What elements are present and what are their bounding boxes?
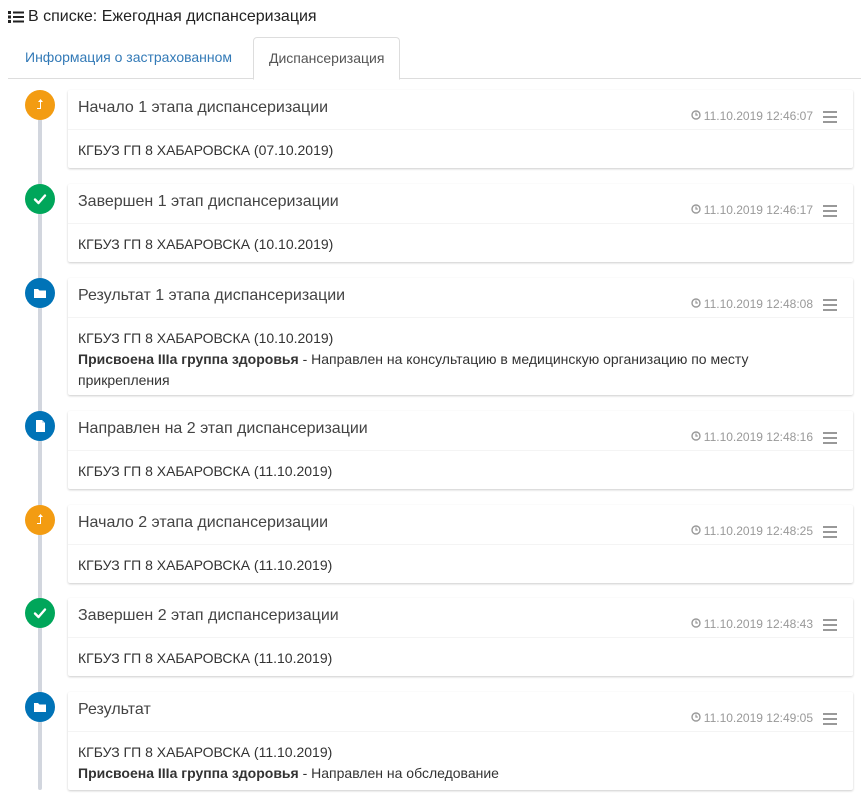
event-card: Завершен 1 этап диспансеризации 11.10.201… (68, 184, 853, 262)
event-timestamp: 11.10.2019 12:48:16 (691, 430, 813, 444)
event-timestamp-text: 11.10.2019 12:48:08 (703, 297, 813, 311)
check-icon (25, 598, 55, 628)
event-card: Начало 1 этапа диспансеризации 11.10.2019… (68, 90, 853, 168)
event-title: Завершен 2 этап диспансеризации (78, 607, 339, 624)
list-icon (8, 10, 24, 24)
event-card-body: КГБУЗ ГП 8 ХАБАРОВСКА (11.10.2019) (68, 451, 853, 492)
event-organization: КГБУЗ ГП 8 ХАБАРОВСКА (11.10.2019) (78, 463, 333, 479)
hamburger-menu-icon[interactable] (823, 111, 837, 123)
event-title: Результат 1 этапа диспансеризации (78, 287, 346, 304)
event-title: Начало 1 этапа диспансеризации (78, 99, 329, 116)
level-up-icon (25, 90, 55, 120)
clock-icon (691, 297, 701, 311)
event-timestamp-text: 11.10.2019 12:48:43 (703, 617, 813, 631)
event-timestamp: 11.10.2019 12:46:07 (691, 109, 813, 123)
event-timestamp: 11.10.2019 12:48:08 (691, 297, 813, 311)
clock-icon (691, 203, 701, 217)
event-result: Присвоена IIIа группа здоровья - Направл… (78, 763, 843, 784)
tab-bar: Информация о застрахованном Диспансериза… (8, 37, 861, 80)
tab-dispanserization[interactable]: Диспансеризация (253, 37, 401, 80)
health-group-label: Присвоена IIIа группа здоровья (78, 351, 299, 367)
hamburger-menu-icon[interactable] (823, 713, 837, 725)
event-result: Присвоена IIIа группа здоровья - Направл… (78, 349, 843, 391)
page-heading: В списке: Ежегодная диспансеризация (8, 6, 317, 28)
event-card: Завершен 2 этап диспансеризации 11.10.201… (68, 598, 853, 676)
event-organization: КГБУЗ ГП 8 ХАБАРОВСКА (10.10.2019) (78, 330, 334, 346)
event-card-body: КГБУЗ ГП 8 ХАБАРОВСКА (11.10.2019) (68, 638, 853, 679)
event-timestamp-text: 11.10.2019 12:46:17 (703, 203, 813, 217)
event-timestamp-text: 11.10.2019 12:48:16 (703, 430, 813, 444)
event-organization: КГБУЗ ГП 8 ХАБАРОВСКА (10.10.2019) (78, 236, 334, 252)
hamburger-menu-icon[interactable] (823, 432, 837, 444)
hamburger-menu-icon[interactable] (823, 205, 837, 217)
result-description: - Направлен на обследование (298, 765, 499, 781)
event-timestamp: 11.10.2019 12:46:17 (691, 203, 813, 217)
event-title: Завершен 1 этап диспансеризации (78, 193, 339, 210)
event-card-header: Направлен на 2 этап диспансеризации 11.10… (68, 411, 853, 451)
tab-insured-info[interactable]: Информация о застрахованном (10, 37, 247, 79)
event-card: Результат 11.10.2019 12:49:05 КГБУЗ ГП 8 Х… (68, 692, 853, 790)
event-card: Результат 1 этапа диспансеризации 11.10.2… (68, 278, 853, 395)
event-title: Начало 2 этапа диспансеризации (78, 514, 329, 531)
event-card-header: Завершен 1 этап диспансеризации 11.10.201… (68, 184, 853, 224)
folder-icon (25, 278, 55, 308)
level-up-icon (25, 505, 55, 535)
event-card-header: Завершен 2 этап диспансеризации 11.10.201… (68, 598, 853, 638)
event-card: Начало 2 этапа диспансеризации 11.10.2019… (68, 505, 853, 583)
clock-icon (691, 524, 701, 538)
event-card-body: КГБУЗ ГП 8 ХАБАРОВСКА (11.10.2019) Присво… (68, 732, 853, 794)
event-card-header: Результат 11.10.2019 12:49:05 (68, 692, 853, 732)
event-title: Результат (78, 701, 151, 718)
event-card-header: Начало 1 этапа диспансеризации 11.10.2019… (68, 90, 853, 130)
event-card-body: КГБУЗ ГП 8 ХАБАРОВСКА (07.10.2019) (68, 130, 853, 171)
event-timestamp-text: 11.10.2019 12:49:05 (703, 711, 813, 725)
event-timestamp-text: 11.10.2019 12:46:07 (703, 109, 813, 123)
hamburger-menu-icon[interactable] (823, 619, 837, 631)
check-icon (25, 184, 55, 214)
event-organization: КГБУЗ ГП 8 ХАБАРОВСКА (11.10.2019) (78, 557, 333, 573)
clock-icon (691, 109, 701, 123)
event-timestamp-text: 11.10.2019 12:48:25 (703, 524, 813, 538)
event-card-body: КГБУЗ ГП 8 ХАБАРОВСКА (11.10.2019) (68, 545, 853, 586)
clock-icon (691, 430, 701, 444)
file-icon (25, 411, 55, 441)
event-timestamp: 11.10.2019 12:48:43 (691, 617, 813, 631)
folder-icon (25, 692, 55, 722)
event-timestamp: 11.10.2019 12:49:05 (691, 711, 813, 725)
page-heading-text: В списке: Ежегодная диспансеризация (28, 8, 317, 25)
health-group-label: Присвоена IIIа группа здоровья (78, 765, 299, 781)
event-card-header: Результат 1 этапа диспансеризации 11.10.2… (68, 278, 853, 318)
event-organization: КГБУЗ ГП 8 ХАБАРОВСКА (07.10.2019) (78, 142, 334, 158)
event-card-header: Начало 2 этапа диспансеризации 11.10.2019… (68, 505, 853, 545)
event-title: Направлен на 2 этап диспансеризации (78, 420, 368, 437)
event-organization: КГБУЗ ГП 8 ХАБАРОВСКА (11.10.2019) (78, 650, 333, 666)
event-organization: КГБУЗ ГП 8 ХАБАРОВСКА (11.10.2019) (78, 744, 333, 760)
clock-icon (691, 711, 701, 725)
event-card: Направлен на 2 этап диспансеризации 11.10… (68, 411, 853, 489)
hamburger-menu-icon[interactable] (823, 526, 837, 538)
event-card-body: КГБУЗ ГП 8 ХАБАРОВСКА (10.10.2019) Присво… (68, 318, 853, 401)
clock-icon (691, 617, 701, 631)
event-card-body: КГБУЗ ГП 8 ХАБАРОВСКА (10.10.2019) (68, 224, 853, 265)
hamburger-menu-icon[interactable] (823, 299, 837, 311)
event-timestamp: 11.10.2019 12:48:25 (691, 524, 813, 538)
